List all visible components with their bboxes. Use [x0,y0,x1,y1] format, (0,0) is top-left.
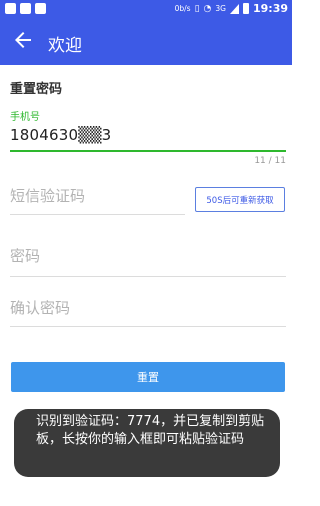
sms-code-underline [10,214,185,215]
resend-code-button[interactable]: 50S后可重新获取 [195,187,285,212]
battery-icon [242,3,249,14]
app-icon [35,3,46,14]
chat-icon [20,3,31,14]
alarm-icon: ◔ [203,3,212,14]
system-status: 0b/s ▯ ◔ 3G 19:39 [175,2,288,15]
section-title: 重置密码 [10,82,63,97]
page-title: 欢迎 [48,36,82,56]
phone-char-counter: 11 / 11 [254,156,286,166]
phone-input[interactable]: 1804630▒▒3 [10,126,111,144]
reset-button[interactable]: 重置 [11,362,285,392]
phone-label: 手机号 [10,112,40,123]
confirm-password-input[interactable]: 确认密码 [10,297,286,327]
message-icon [5,3,16,14]
status-bar: 0b/s ▯ ◔ 3G 19:39 [0,0,292,18]
password-input[interactable]: 密码 [10,245,286,277]
notification-icons [5,3,46,14]
network-speed: 0b/s [174,4,191,13]
clock: 19:39 [252,2,288,15]
password-underline [10,276,286,277]
signal-icon [229,3,239,14]
password-placeholder: 密码 [10,247,41,265]
toast-message: 识别到验证码：7774，并已复制到剪贴板，长按你的输入框即可粘贴验证码 [14,409,280,477]
vibrate-icon: ▯ [194,3,200,14]
sms-code-placeholder: 短信验证码 [10,187,86,205]
app-bar: 欢迎 [0,18,292,65]
network-type: 3G [215,4,226,13]
confirm-password-underline [10,326,286,327]
confirm-password-placeholder: 确认密码 [10,299,71,317]
phone-input-underline [10,150,286,152]
sms-code-input[interactable]: 短信验证码 [10,185,185,215]
back-arrow-icon[interactable] [11,28,35,52]
